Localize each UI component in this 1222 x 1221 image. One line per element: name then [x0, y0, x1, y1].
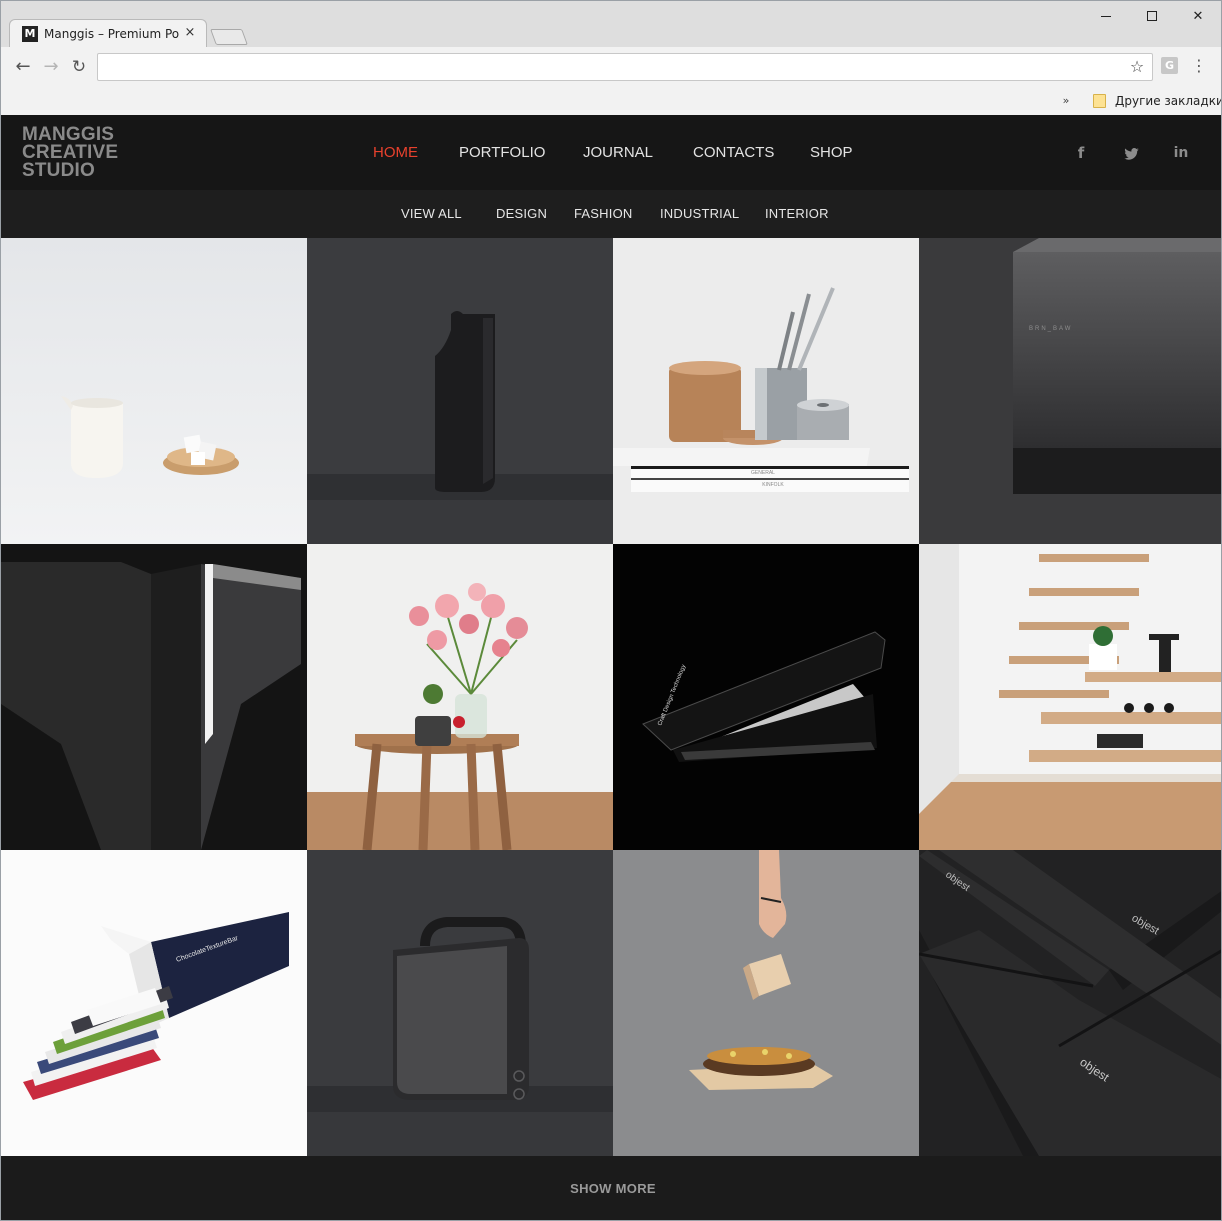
- maximize-button[interactable]: [1129, 1, 1175, 31]
- nav-shop[interactable]: SHOP: [810, 143, 853, 163]
- minimize-button[interactable]: [1083, 1, 1129, 31]
- filter-design[interactable]: DESIGN: [496, 206, 547, 222]
- title-bar: M Manggis – Premium Portf × ✕: [1, 1, 1221, 48]
- bottle-image: [307, 238, 613, 544]
- reload-icon[interactable]: ↻: [67, 55, 91, 79]
- logo-line: STUDIO: [22, 160, 95, 181]
- portfolio-item-flowers[interactable]: [307, 544, 613, 850]
- main-nav: HOME PORTFOLIO JOURNAL CONTACTS SHOP: [1, 143, 1221, 163]
- fabric-speaker-image: [307, 850, 613, 1156]
- tab-title: Manggis – Premium Portf: [44, 27, 180, 41]
- close-icon: ✕: [1192, 8, 1204, 24]
- browser-toolbar: ← → ↻ ☆ G ⋮: [1, 47, 1221, 87]
- bookmarks-bar: » Другие закладки: [1, 87, 1221, 115]
- portfolio-item-towers[interactable]: [1, 544, 307, 850]
- show-more-button[interactable]: SHOW MORE: [561, 1180, 665, 1198]
- portfolio-filters: VIEW ALL DESIGN FASHION INDUSTRIAL INTER…: [1, 190, 1221, 238]
- portfolio-item-hand-food[interactable]: [613, 850, 919, 1156]
- portfolio-item-chocolate[interactable]: ChocolateTextureBar: [1, 850, 307, 1156]
- twitter-bird-shape: [1123, 147, 1139, 160]
- nav-contacts[interactable]: CONTACTS: [693, 143, 774, 163]
- address-bar[interactable]: ☆: [97, 53, 1153, 81]
- pitcher-image: [1, 238, 307, 544]
- filter-industrial[interactable]: INDUSTRIAL: [660, 206, 739, 222]
- browser-window: M Manggis – Premium Portf × ✕ ← → ↻ ☆ G …: [0, 0, 1222, 1221]
- objest-image: objest objest objest: [919, 850, 1221, 1156]
- portfolio-item-objest[interactable]: objest objest objest: [919, 850, 1221, 1156]
- stapler-image: Craft Design Technology: [613, 544, 919, 850]
- filter-interior[interactable]: INTERIOR: [765, 206, 829, 222]
- portfolio-item-bottle[interactable]: [307, 238, 613, 544]
- site-favicon-icon: M: [22, 26, 38, 42]
- forward-arrow-icon[interactable]: →: [39, 55, 63, 79]
- new-tab-button[interactable]: [210, 29, 248, 45]
- chocolate-image: ChocolateTextureBar: [1, 850, 307, 1156]
- kebab-menu-icon[interactable]: ⋮: [1191, 55, 1207, 77]
- site-header: MANGGIS CREATIVE STUDIO HOME PORTFOLIO J…: [1, 115, 1221, 190]
- nav-journal[interactable]: JOURNAL: [583, 143, 653, 163]
- star-icon[interactable]: ☆: [1128, 57, 1146, 77]
- organizer-image: GENERAL KINFOLK: [613, 238, 919, 544]
- speaker-box-image: BRN_BAW: [919, 238, 1221, 544]
- portfolio-item-organizer[interactable]: GENERAL KINFOLK: [613, 238, 919, 544]
- bookmarks-overflow-icon[interactable]: »: [1059, 93, 1073, 109]
- close-window-button[interactable]: ✕: [1175, 1, 1221, 31]
- portfolio-item-fabric-speaker[interactable]: [307, 850, 613, 1156]
- folder-icon[interactable]: [1093, 94, 1106, 108]
- browser-tab[interactable]: M Manggis – Premium Portf ×: [9, 19, 207, 48]
- bookmark-folder-label[interactable]: Другие закладки: [1115, 93, 1221, 109]
- flowers-image: [307, 544, 613, 850]
- book-label: KINFOLK: [762, 482, 784, 488]
- filter-view-all[interactable]: VIEW ALL: [401, 206, 462, 222]
- towers-image: [1, 544, 307, 850]
- tab-close-icon[interactable]: ×: [182, 25, 198, 41]
- extension-icon[interactable]: G: [1161, 57, 1178, 74]
- book-label: GENERAL: [751, 470, 775, 476]
- address-input[interactable]: [104, 58, 1104, 76]
- maximize-icon: [1147, 11, 1157, 21]
- minimize-icon: [1101, 15, 1111, 17]
- filter-fashion[interactable]: FASHION: [574, 206, 632, 222]
- load-more-bar: SHOW MORE: [1, 1156, 1221, 1220]
- nav-home[interactable]: HOME: [373, 143, 418, 163]
- hand-food-image: [613, 850, 919, 1156]
- portfolio-grid: GENERAL KINFOLK BRN_BAW Craft Design Tec…: [1, 238, 1221, 1156]
- linkedin-icon[interactable]: in: [1171, 143, 1191, 163]
- twitter-icon[interactable]: [1121, 143, 1141, 163]
- facebook-icon[interactable]: f: [1071, 143, 1091, 163]
- speaker-box-print: BRN_BAW: [1029, 326, 1072, 332]
- nav-portfolio[interactable]: PORTFOLIO: [459, 143, 545, 163]
- window-controls: ✕: [1083, 1, 1221, 31]
- staircase-image: [919, 544, 1221, 850]
- back-arrow-icon[interactable]: ←: [11, 55, 35, 79]
- portfolio-item-stapler[interactable]: Craft Design Technology: [613, 544, 919, 850]
- portfolio-item-speaker-box[interactable]: BRN_BAW: [919, 238, 1221, 544]
- portfolio-item-pitcher[interactable]: [1, 238, 307, 544]
- portfolio-item-staircase[interactable]: [919, 544, 1221, 850]
